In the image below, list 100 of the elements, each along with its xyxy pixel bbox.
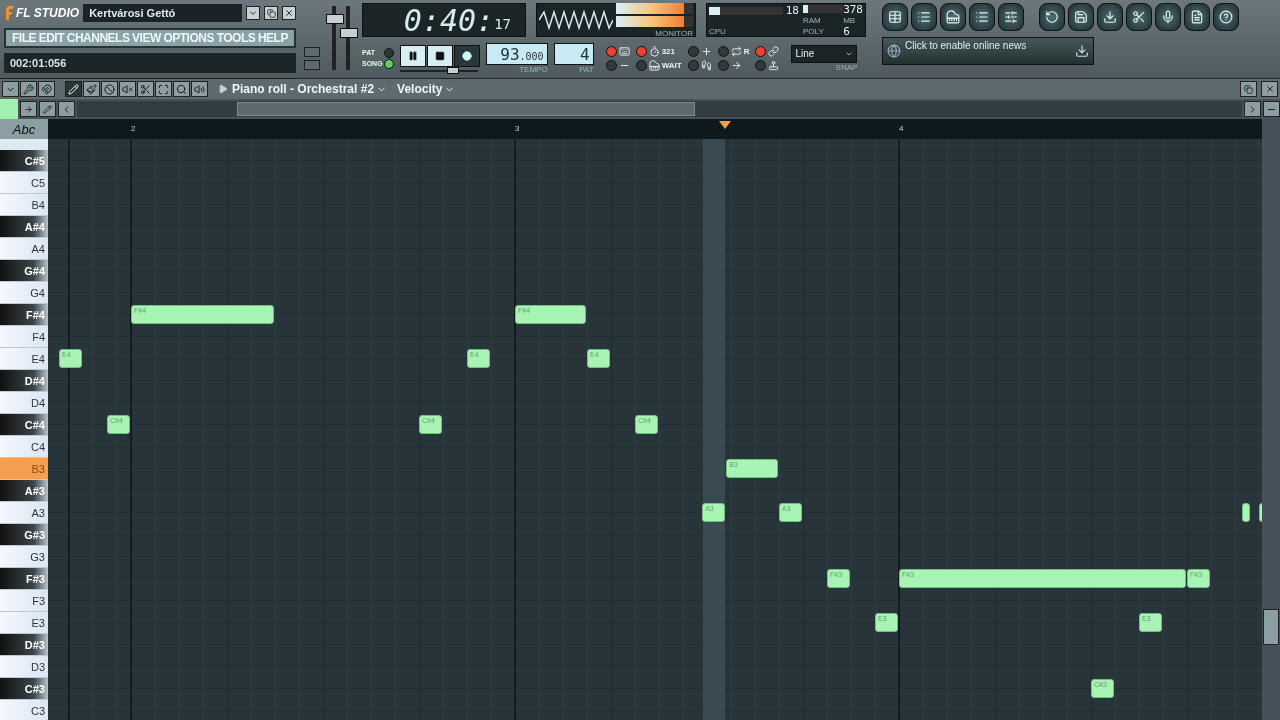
menu-button[interactable] [2,81,19,97]
piano-roll-title[interactable]: Piano roll - Orchestral #2 [232,82,388,96]
browser-button[interactable] [969,3,995,31]
news-input[interactable]: Click to enable online news [905,40,1071,51]
piano-key[interactable]: C#4 [0,414,48,436]
notes-button[interactable] [1184,3,1210,31]
slice-tool[interactable] [137,81,154,97]
caret-icon [248,8,258,18]
help-button[interactable] [1213,3,1239,31]
piano-key[interactable]: C#5 [0,150,48,172]
piano-key[interactable]: A3 [0,502,48,524]
piano-key[interactable]: C3 [0,700,48,720]
record-option-button[interactable] [687,45,712,57]
piano-key[interactable]: A#4 [0,216,48,238]
close-button[interactable] [282,6,296,20]
piano-key[interactable]: E4 [0,348,48,370]
zoom-button[interactable] [1263,101,1280,117]
midi-note[interactable] [1242,503,1250,522]
record-option-button[interactable]: R [717,45,750,57]
cut-button[interactable] [1126,3,1152,31]
tempo-display[interactable]: 93.000 [485,42,548,65]
poly-label: POLY [803,26,825,36]
menu-button[interactable] [246,6,260,20]
piano-key[interactable]: F3 [0,590,48,612]
piano-key[interactable]: G3 [0,546,48,568]
record-option-button[interactable] [605,45,630,57]
slider-thumb[interactable] [326,14,344,25]
close-icon [284,8,294,18]
position-thumb[interactable] [447,66,460,74]
scrollbar-thumb[interactable] [1263,609,1279,645]
record-option-button[interactable] [687,59,712,71]
piano-key[interactable]: B3 [0,458,48,480]
record-option-button[interactable]: WAIT [635,59,682,71]
piano-key[interactable]: D#3 [0,634,48,656]
mode-radio[interactable] [383,47,394,58]
mode-radio[interactable] [383,58,394,69]
wrench-button[interactable] [20,81,37,97]
restore-button[interactable] [1240,81,1257,97]
record-option-button[interactable] [755,45,780,57]
piano-key[interactable]: C#3 [0,678,48,700]
scrollbar-thumb[interactable] [237,102,695,116]
mute-tool[interactable] [119,81,136,97]
brush-tool[interactable] [83,81,100,97]
piano-button[interactable] [940,3,966,31]
piano-key[interactable]: G#3 [0,524,48,546]
record-option-button[interactable] [755,59,780,71]
record-button[interactable] [453,44,480,67]
piano-key[interactable]: F#3 [0,568,48,590]
stop-button[interactable] [426,44,453,67]
export-button[interactable] [1097,3,1123,31]
horizontal-scrollbar[interactable] [77,101,1242,117]
slide-button[interactable] [20,101,37,117]
piano-key[interactable]: C4 [0,436,48,458]
playhead-marker[interactable] [719,121,731,129]
news-field[interactable]: Click to enable online news [882,37,1094,65]
record-option-button[interactable]: 321 [635,45,682,57]
restore-button[interactable] [264,6,278,20]
undo-button[interactable] [1039,3,1065,31]
play-tool[interactable] [191,81,208,97]
piano-key[interactable]: G#4 [0,260,48,282]
select-tool[interactable] [155,81,172,97]
scroll-left-button[interactable] [58,101,75,117]
save-button[interactable] [1068,3,1094,31]
pause-button[interactable] [399,44,426,67]
delete-tool[interactable] [101,81,118,97]
piano-key[interactable]: E3 [0,612,48,634]
piano-key[interactable]: D4 [0,392,48,414]
piano-key[interactable]: D#4 [0,370,48,392]
line-button[interactable] [39,101,56,117]
mixer-button[interactable] [998,3,1024,31]
snap-dropdown[interactable]: Line [791,44,858,63]
vertical-scrollbar[interactable] [1262,139,1280,720]
timeline-ruler[interactable]: 2 3 4 [48,119,1262,139]
playlist-button[interactable] [882,3,908,31]
small-button[interactable] [304,60,320,70]
piano-key[interactable]: B4 [0,194,48,216]
pencil-tool[interactable] [65,81,82,97]
color-swatch[interactable] [0,99,18,119]
mic-button[interactable] [1155,3,1181,31]
sequencer-button[interactable] [911,3,937,31]
record-option-button[interactable] [605,59,630,71]
piano-key[interactable]: A#3 [0,480,48,502]
piano-key[interactable]: A4 [0,238,48,260]
piano-key[interactable]: C5 [0,172,48,194]
zoom-icon [176,83,187,95]
target-dropdown[interactable]: Velocity [397,82,456,96]
slider-thumb[interactable] [340,28,358,39]
bar-number: 4 [899,124,904,133]
cpu-value: 18 [785,4,799,17]
scroll-right-button[interactable] [1244,101,1261,117]
zoom-tool[interactable] [173,81,190,97]
piano-key[interactable]: D3 [0,656,48,678]
piano-key[interactable]: F#4 [0,304,48,326]
small-button[interactable] [304,47,320,57]
pattern-display[interactable]: 4 [553,42,594,65]
close-button[interactable] [1261,81,1278,97]
piano-key[interactable]: G4 [0,282,48,304]
note-labels-button[interactable]: Abc [0,119,48,139]
piano-key[interactable]: F4 [0,326,48,348]
magnet-button[interactable] [38,81,55,97]
